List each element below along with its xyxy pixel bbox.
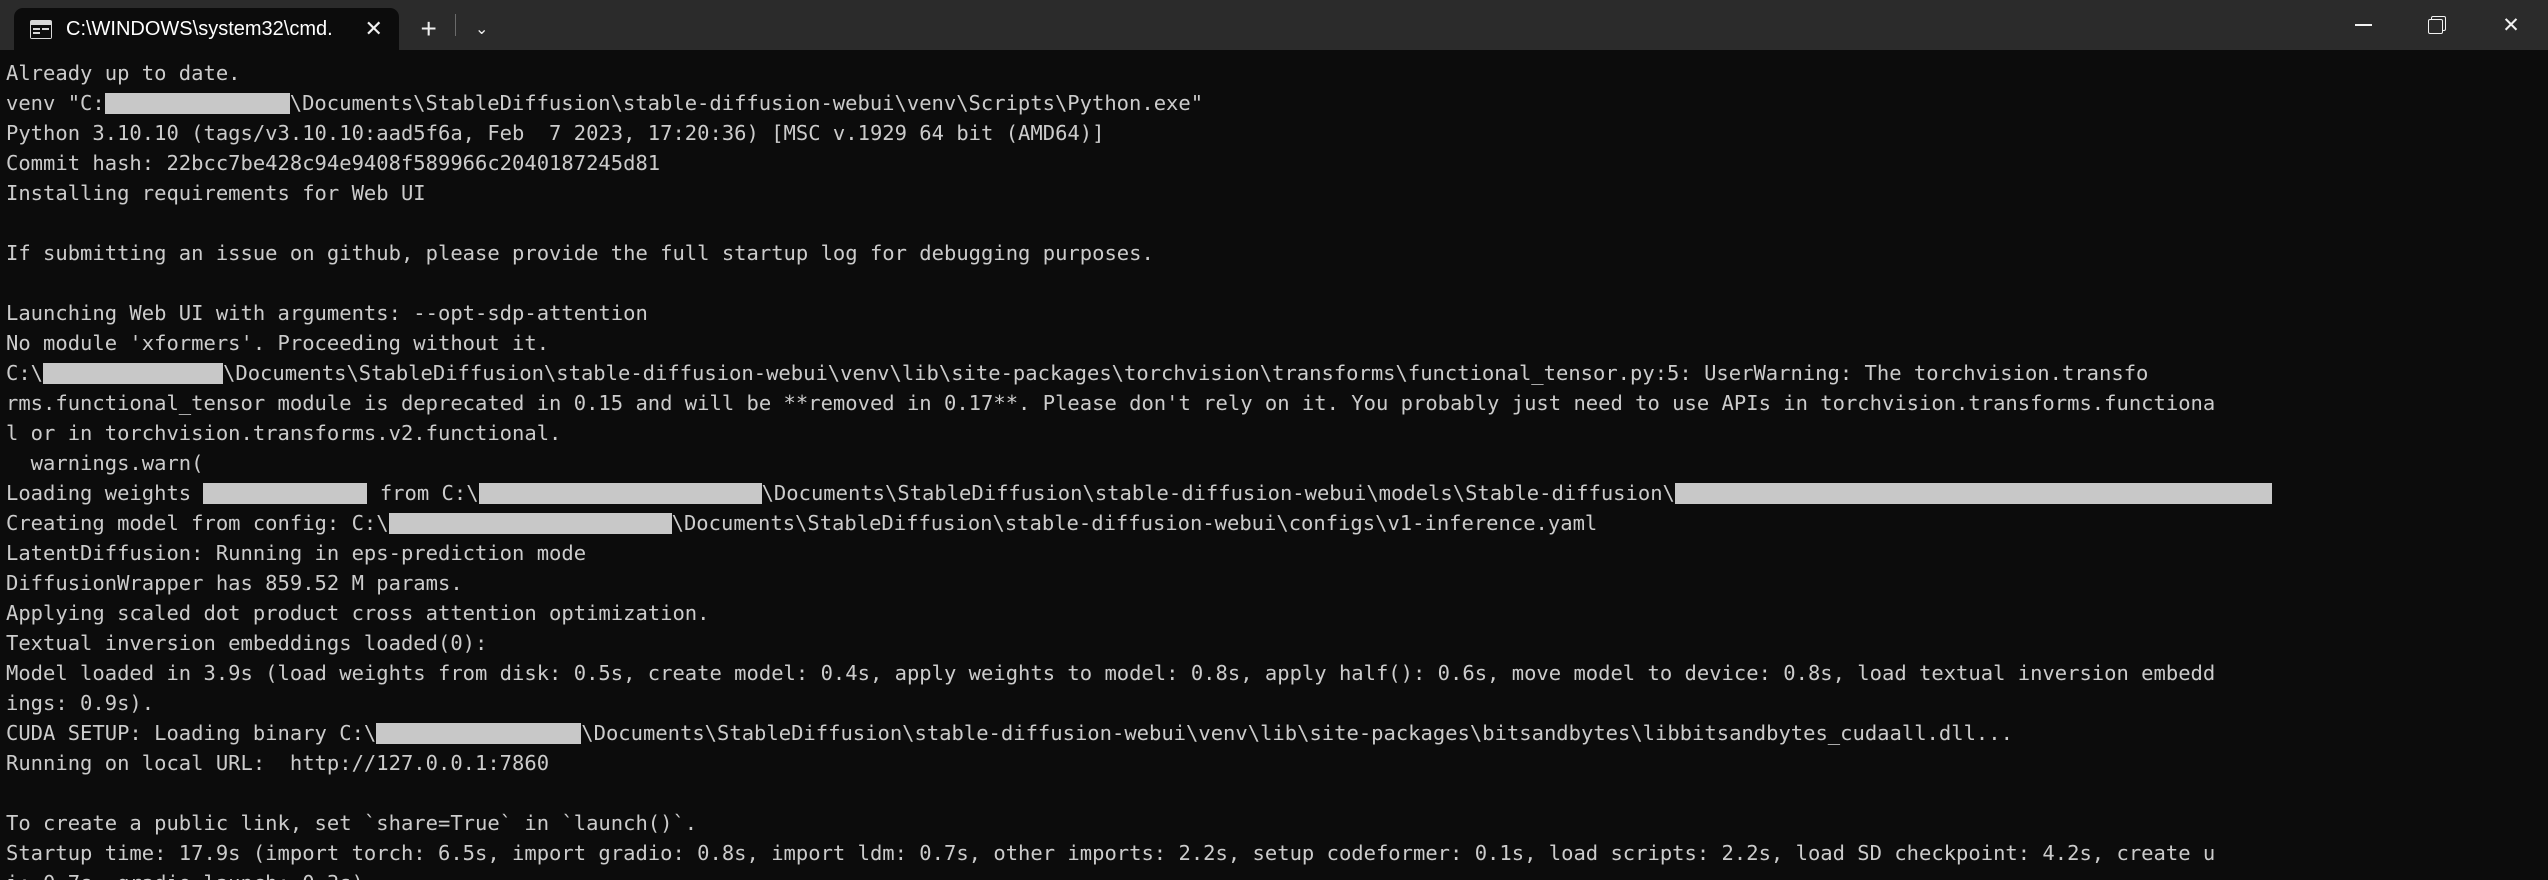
terminal-line: Textual inversion embeddings loaded(0): [6, 628, 2548, 658]
terminal-text: venv "C: [6, 91, 105, 115]
redaction-block [104, 93, 290, 114]
terminal-line: Python 3.10.10 (tags/v3.10.10:aad5f6a, F… [6, 118, 2548, 148]
terminal-text: Installing requirements for Web UI [6, 181, 426, 205]
redaction-block [376, 723, 582, 744]
terminal-line: DiffusionWrapper has 859.52 M params. [6, 568, 2548, 598]
terminal-line: Commit hash: 22bcc7be428c94e9408f589966c… [6, 148, 2548, 178]
terminal-line: If submitting an issue on github, please… [6, 238, 2548, 268]
terminal-line: rms.functional_tensor module is deprecat… [6, 388, 2548, 418]
terminal-text: Loading weights [6, 481, 204, 505]
terminal-tab[interactable]: C:\WINDOWS\system32\cmd. ✕ [14, 8, 399, 50]
terminal-line: Loading weights from C:\ \Documents\Stabl… [6, 478, 2548, 508]
terminal-text: C:\ [6, 361, 44, 385]
close-window-button[interactable]: ✕ [2474, 0, 2548, 50]
terminal-line: No module 'xformers'. Proceeding without… [6, 328, 2548, 358]
terminal-line: Startup time: 17.9s (import torch: 6.5s,… [6, 838, 2548, 868]
terminal-text: If submitting an issue on github, please… [6, 241, 1154, 265]
close-icon: ✕ [2502, 13, 2520, 37]
terminal-text: Textual inversion embeddings loaded(0): [6, 631, 488, 655]
terminal-line: venv "C: \Documents\StableDiffusion\stabl… [6, 88, 2548, 118]
console-icon [30, 19, 52, 39]
terminal-line: l or in torchvision.transforms.v2.functi… [6, 418, 2548, 448]
terminal-text: Commit hash: 22bcc7be428c94e9408f589966c… [6, 151, 661, 175]
terminal-text: \Documents\StableDiffusion\stable-diffus… [223, 361, 2149, 385]
terminal-line: Installing requirements for Web UI [6, 178, 2548, 208]
terminal-line: Creating model from config: C:\ \Document… [6, 508, 2548, 538]
redaction-block [1674, 483, 2272, 504]
terminal-line: ings: 0.9s). [6, 688, 2548, 718]
terminal-text: To create a public link, set `share=True… [6, 811, 698, 835]
terminal-text: Model loaded in 3.9s (load weights from … [6, 661, 2216, 685]
chevron-down-icon[interactable]: ⌄ [460, 8, 504, 50]
close-tab-icon[interactable]: ✕ [359, 14, 389, 44]
terminal-output[interactable]: Already up to date. venv "C: \Documents\St… [0, 50, 2548, 880]
terminal-text: Applying scaled dot product cross attent… [6, 601, 710, 625]
terminal-line: Applying scaled dot product cross attent… [6, 598, 2548, 628]
tab-strip: C:\WINDOWS\system32\cmd. ✕ + ⌄ [0, 0, 504, 50]
terminal-line: C:\ \Documents\StableDiffusion\stable-dif… [6, 358, 2548, 388]
title-bar: C:\WINDOWS\system32\cmd. ✕ + ⌄ ✕ [0, 0, 2548, 50]
terminal-line: warnings.warn( [6, 448, 2548, 478]
terminal-text: l or in torchvision.transforms.v2.functi… [6, 421, 562, 445]
tab-title: C:\WINDOWS\system32\cmd. [66, 17, 333, 40]
terminal-text: DiffusionWrapper has 859.52 M params. [6, 571, 463, 595]
terminal-text: No module 'xformers'. Proceeding without… [6, 331, 550, 355]
minimize-icon [2354, 24, 2372, 26]
redaction-block [478, 483, 762, 504]
terminal-line: To create a public link, set `share=True… [6, 808, 2548, 838]
redaction-block [43, 363, 224, 384]
terminal-text: from C:\ [367, 481, 479, 505]
terminal-line: i: 0.7s, gradio launch: 0.3s). [6, 868, 2548, 880]
terminal-text: rms.functional_tensor module is deprecat… [6, 391, 2216, 415]
terminal-text: Launching Web UI with arguments: --opt-s… [6, 301, 648, 325]
restore-button[interactable] [2400, 0, 2474, 50]
terminal-text: Already up to date. [6, 61, 241, 85]
tab-separator [454, 14, 456, 36]
terminal-text: \Documents\StableDiffusion\stable-diffus… [289, 91, 1204, 115]
terminal-text: ings: 0.9s). [6, 691, 155, 715]
terminal-text: Startup time: 17.9s (import torch: 6.5s,… [6, 841, 2216, 865]
minimize-button[interactable] [2326, 0, 2400, 50]
restore-icon [2428, 16, 2446, 34]
redaction-block [203, 483, 368, 504]
terminal-text: \Documents\StableDiffusion\stable-diffus… [671, 511, 1598, 535]
terminal-text: LatentDiffusion: Running in eps-predicti… [6, 541, 587, 565]
terminal-line: Model loaded in 3.9s (load weights from … [6, 658, 2548, 688]
terminal-text: Running on local URL: http://127.0.0.1:7… [6, 751, 550, 775]
terminal-text: warnings.warn( [6, 451, 204, 475]
terminal-line: Running on local URL: http://127.0.0.1:7… [6, 748, 2548, 778]
window-controls: ✕ [2326, 0, 2548, 50]
terminal-line: Already up to date. [6, 58, 2548, 88]
terminal-text: \Documents\StableDiffusion\stable-diffus… [581, 721, 2013, 745]
terminal-line: CUDA SETUP: Loading binary C:\ \Documents… [6, 718, 2548, 748]
new-tab-button[interactable]: + [407, 8, 451, 50]
terminal-text: Creating model from config: C:\ [6, 511, 389, 535]
terminal-text: i: 0.7s, gradio launch: 0.3s). [6, 871, 376, 880]
terminal-text: CUDA SETUP: Loading binary C:\ [6, 721, 377, 745]
redaction-block [388, 513, 672, 534]
terminal-text: Python 3.10.10 (tags/v3.10.10:aad5f6a, F… [6, 121, 1105, 145]
terminal-text: \Documents\StableDiffusion\stable-diffus… [761, 481, 1675, 505]
terminal-line: LatentDiffusion: Running in eps-predicti… [6, 538, 2548, 568]
terminal-line: Launching Web UI with arguments: --opt-s… [6, 298, 2548, 328]
